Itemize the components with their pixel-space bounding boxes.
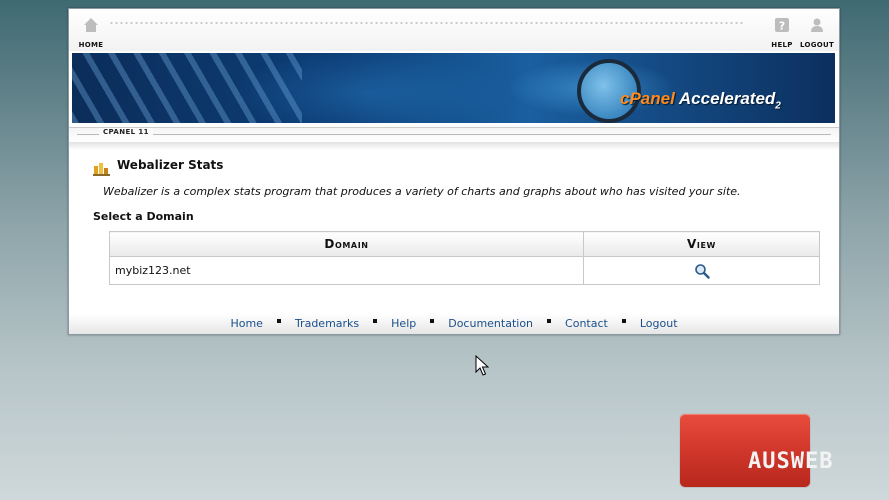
footer-link-trademarks[interactable]: Trademarks	[295, 317, 359, 330]
home-nav[interactable]: HOME	[71, 17, 111, 49]
page-title: Webalizer Stats	[117, 158, 224, 172]
footer-separator	[430, 319, 435, 323]
footer-links: Home Trademarks Help Documentation Contact Lo…	[69, 317, 839, 330]
cpanel-banner: cPanel Accelerated2	[72, 53, 835, 123]
topbar-divider	[109, 21, 744, 25]
home-nav-label: HOME	[78, 41, 104, 49]
view-column-header: View	[583, 231, 820, 257]
webalizer-stats-icon	[93, 163, 110, 176]
help-icon: ?	[775, 18, 789, 33]
home-icon	[84, 18, 98, 32]
help-nav-label: HELP	[771, 41, 793, 49]
magnifier-icon[interactable]	[694, 263, 710, 279]
footer-link-contact[interactable]: Contact	[565, 317, 608, 330]
footer-link-documentation[interactable]: Documentation	[448, 317, 533, 330]
domain-table: Domain View mybiz123.net	[109, 231, 820, 285]
cpanel-logo-text: cPanel Accelerated2	[620, 89, 781, 112]
top-navigation-bar: HOME ? HELP LOGOUT	[69, 9, 839, 51]
footer-link-help[interactable]: Help	[391, 317, 416, 330]
domain-column-header: Domain	[109, 231, 584, 257]
breadcrumb-label: CPANEL 11	[99, 128, 153, 136]
view-cell	[583, 256, 820, 285]
select-domain-label: Select a Domain	[93, 210, 194, 223]
user-icon	[811, 18, 823, 32]
help-nav[interactable]: ? HELP	[762, 17, 802, 49]
footer-link-logout[interactable]: Logout	[640, 317, 678, 330]
ausweb-logo-text: AUSWEB	[748, 449, 834, 474]
cpanel-window: HOME ? HELP LOGOUT cPanel Accelerated2 C	[68, 8, 840, 335]
footer-separator	[276, 319, 281, 323]
footer-separator	[547, 319, 552, 323]
footer-separator	[621, 319, 626, 323]
footer-separator	[373, 319, 378, 323]
svg-text:?: ?	[779, 20, 785, 33]
banner-cables-graphic	[72, 53, 302, 123]
table-row: mybiz123.net	[109, 256, 820, 285]
footer-link-home[interactable]: Home	[230, 317, 262, 330]
content-header-band	[69, 142, 839, 150]
domain-cell: mybiz123.net	[109, 256, 584, 285]
logout-nav-label: LOGOUT	[799, 41, 835, 49]
breadcrumb: CPANEL 11	[69, 127, 839, 142]
logout-nav[interactable]: LOGOUT	[797, 17, 837, 49]
mouse-cursor-icon	[475, 355, 489, 376]
page-description: Webalizer is a complex stats program tha…	[103, 185, 741, 198]
